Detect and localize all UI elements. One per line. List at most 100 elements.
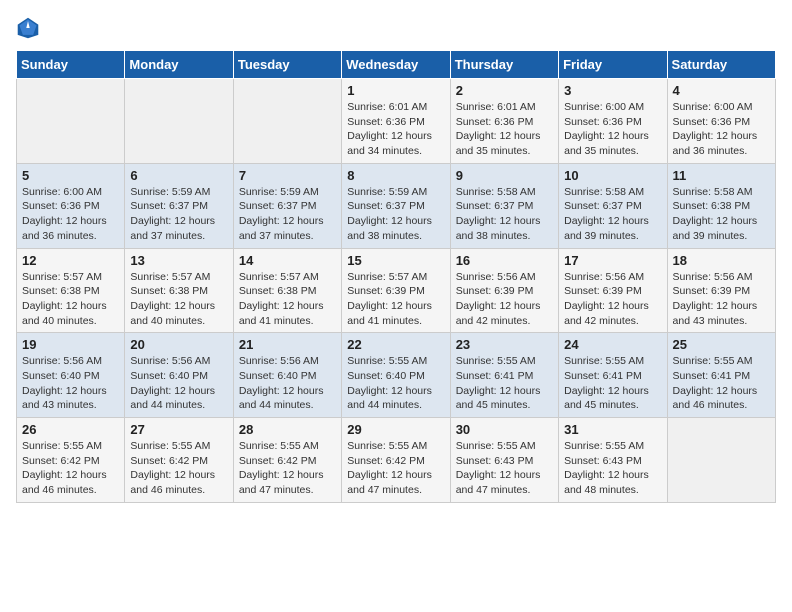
calendar-cell-w5-d1: 26 Sunrise: 5:55 AMSunset: 6:42 PMDayligh…	[17, 418, 125, 503]
calendar-cell-w2-d6: 10 Sunrise: 5:58 AMSunset: 6:37 PMDayligh…	[559, 163, 667, 248]
day-number: 29	[347, 422, 444, 437]
calendar-cell-w1-d1	[17, 79, 125, 164]
day-info: Sunrise: 6:01 AMSunset: 6:36 PMDaylight:…	[456, 100, 553, 159]
day-number: 16	[456, 253, 553, 268]
day-number: 20	[130, 337, 227, 352]
day-number: 23	[456, 337, 553, 352]
calendar-week-2: 5 Sunrise: 6:00 AMSunset: 6:36 PMDaylight…	[17, 163, 776, 248]
calendar-cell-w1-d5: 2 Sunrise: 6:01 AMSunset: 6:36 PMDaylight…	[450, 79, 558, 164]
day-info: Sunrise: 5:56 AMSunset: 6:40 PMDaylight:…	[22, 354, 119, 413]
calendar-cell-w4-d5: 23 Sunrise: 5:55 AMSunset: 6:41 PMDayligh…	[450, 333, 558, 418]
calendar-cell-w2-d5: 9Sunrise: 5:58 AMSunset: 6:37 PMDaylight…	[450, 163, 558, 248]
calendar-table: SundayMondayTuesdayWednesdayThursdayFrid…	[16, 50, 776, 503]
day-info: Sunrise: 5:57 AMSunset: 6:38 PMDaylight:…	[130, 270, 227, 329]
weekday-header-monday: Monday	[125, 51, 233, 79]
day-number: 10	[564, 168, 661, 183]
day-number: 24	[564, 337, 661, 352]
calendar-cell-w4-d4: 22 Sunrise: 5:55 AMSunset: 6:40 PMDayligh…	[342, 333, 450, 418]
calendar-cell-w5-d7	[667, 418, 775, 503]
logo-icon	[16, 16, 40, 40]
calendar-cell-w5-d5: 30 Sunrise: 5:55 AMSunset: 6:43 PMDayligh…	[450, 418, 558, 503]
day-number: 9	[456, 168, 553, 183]
day-number: 13	[130, 253, 227, 268]
logo	[16, 16, 44, 40]
day-number: 5	[22, 168, 119, 183]
day-info: Sunrise: 5:56 AMSunset: 6:39 PMDaylight:…	[456, 270, 553, 329]
weekday-header-tuesday: Tuesday	[233, 51, 341, 79]
day-number: 31	[564, 422, 661, 437]
day-info: Sunrise: 5:55 AMSunset: 6:41 PMDaylight:…	[673, 354, 770, 413]
day-info: Sunrise: 5:56 AMSunset: 6:40 PMDaylight:…	[239, 354, 336, 413]
day-info: Sunrise: 6:00 AMSunset: 6:36 PMDaylight:…	[673, 100, 770, 159]
day-info: Sunrise: 6:00 AMSunset: 6:36 PMDaylight:…	[22, 185, 119, 244]
day-number: 22	[347, 337, 444, 352]
day-number: 30	[456, 422, 553, 437]
calendar-cell-w3-d3: 14 Sunrise: 5:57 AMSunset: 6:38 PMDayligh…	[233, 248, 341, 333]
day-info: Sunrise: 5:58 AMSunset: 6:37 PMDaylight:…	[564, 185, 661, 244]
calendar-week-3: 12 Sunrise: 5:57 AMSunset: 6:38 PMDayligh…	[17, 248, 776, 333]
day-info: Sunrise: 5:57 AMSunset: 6:38 PMDaylight:…	[239, 270, 336, 329]
day-info: Sunrise: 5:55 AMSunset: 6:42 PMDaylight:…	[22, 439, 119, 498]
calendar-cell-w5-d6: 31 Sunrise: 5:55 AMSunset: 6:43 PMDayligh…	[559, 418, 667, 503]
calendar-week-1: 1Sunrise: 6:01 AMSunset: 6:36 PMDaylight…	[17, 79, 776, 164]
day-info: Sunrise: 5:59 AMSunset: 6:37 PMDaylight:…	[130, 185, 227, 244]
calendar-cell-w4-d1: 19 Sunrise: 5:56 AMSunset: 6:40 PMDayligh…	[17, 333, 125, 418]
day-info: Sunrise: 5:56 AMSunset: 6:39 PMDaylight:…	[673, 270, 770, 329]
calendar-cell-w1-d4: 1Sunrise: 6:01 AMSunset: 6:36 PMDaylight…	[342, 79, 450, 164]
weekday-header-friday: Friday	[559, 51, 667, 79]
calendar-cell-w4-d3: 21Sunrise: 5:56 AMSunset: 6:40 PMDayligh…	[233, 333, 341, 418]
calendar-cell-w3-d2: 13 Sunrise: 5:57 AMSunset: 6:38 PMDayligh…	[125, 248, 233, 333]
calendar-cell-w3-d4: 15 Sunrise: 5:57 AMSunset: 6:39 PMDayligh…	[342, 248, 450, 333]
day-info: Sunrise: 5:57 AMSunset: 6:38 PMDaylight:…	[22, 270, 119, 329]
calendar-cell-w5-d3: 28Sunrise: 5:55 AMSunset: 6:42 PMDayligh…	[233, 418, 341, 503]
calendar-cell-w5-d4: 29Sunrise: 5:55 AMSunset: 6:42 PMDayligh…	[342, 418, 450, 503]
weekday-header-thursday: Thursday	[450, 51, 558, 79]
day-info: Sunrise: 5:55 AMSunset: 6:40 PMDaylight:…	[347, 354, 444, 413]
calendar-week-5: 26 Sunrise: 5:55 AMSunset: 6:42 PMDayligh…	[17, 418, 776, 503]
day-number: 7	[239, 168, 336, 183]
calendar-cell-w5-d2: 27 Sunrise: 5:55 AMSunset: 6:42 PMDayligh…	[125, 418, 233, 503]
day-number: 2	[456, 83, 553, 98]
day-info: Sunrise: 5:55 AMSunset: 6:43 PMDaylight:…	[456, 439, 553, 498]
day-info: Sunrise: 6:00 AMSunset: 6:36 PMDaylight:…	[564, 100, 661, 159]
calendar-cell-w4-d2: 20Sunrise: 5:56 AMSunset: 6:40 PMDayligh…	[125, 333, 233, 418]
weekday-header-saturday: Saturday	[667, 51, 775, 79]
day-number: 17	[564, 253, 661, 268]
day-number: 3	[564, 83, 661, 98]
calendar-cell-w2-d1: 5 Sunrise: 6:00 AMSunset: 6:36 PMDaylight…	[17, 163, 125, 248]
day-number: 8	[347, 168, 444, 183]
day-info: Sunrise: 5:55 AMSunset: 6:42 PMDaylight:…	[130, 439, 227, 498]
day-info: Sunrise: 5:56 AMSunset: 6:39 PMDaylight:…	[564, 270, 661, 329]
calendar-cell-w2-d4: 8 Sunrise: 5:59 AMSunset: 6:37 PMDaylight…	[342, 163, 450, 248]
calendar-cell-w3-d1: 12 Sunrise: 5:57 AMSunset: 6:38 PMDayligh…	[17, 248, 125, 333]
day-info: Sunrise: 5:55 AMSunset: 6:41 PMDaylight:…	[564, 354, 661, 413]
day-number: 14	[239, 253, 336, 268]
weekday-header-wednesday: Wednesday	[342, 51, 450, 79]
calendar-cell-w3-d7: 18 Sunrise: 5:56 AMSunset: 6:39 PMDayligh…	[667, 248, 775, 333]
day-number: 26	[22, 422, 119, 437]
day-info: Sunrise: 5:55 AMSunset: 6:41 PMDaylight:…	[456, 354, 553, 413]
day-number: 27	[130, 422, 227, 437]
day-number: 12	[22, 253, 119, 268]
day-number: 6	[130, 168, 227, 183]
day-number: 18	[673, 253, 770, 268]
calendar-cell-w1-d7: 4 Sunrise: 6:00 AMSunset: 6:36 PMDaylight…	[667, 79, 775, 164]
day-number: 4	[673, 83, 770, 98]
day-info: Sunrise: 5:57 AMSunset: 6:39 PMDaylight:…	[347, 270, 444, 329]
day-info: Sunrise: 5:59 AMSunset: 6:37 PMDaylight:…	[347, 185, 444, 244]
calendar-cell-w2-d7: 11Sunrise: 5:58 AMSunset: 6:38 PMDayligh…	[667, 163, 775, 248]
day-number: 15	[347, 253, 444, 268]
day-info: Sunrise: 5:55 AMSunset: 6:42 PMDaylight:…	[239, 439, 336, 498]
calendar-cell-w2-d2: 6 Sunrise: 5:59 AMSunset: 6:37 PMDaylight…	[125, 163, 233, 248]
calendar-cell-w2-d3: 7Sunrise: 5:59 AMSunset: 6:37 PMDaylight…	[233, 163, 341, 248]
calendar-cell-w3-d6: 17 Sunrise: 5:56 AMSunset: 6:39 PMDayligh…	[559, 248, 667, 333]
weekday-header-row: SundayMondayTuesdayWednesdayThursdayFrid…	[17, 51, 776, 79]
calendar-cell-w4-d6: 24 Sunrise: 5:55 AMSunset: 6:41 PMDayligh…	[559, 333, 667, 418]
page-header	[16, 16, 776, 40]
day-info: Sunrise: 5:55 AMSunset: 6:43 PMDaylight:…	[564, 439, 661, 498]
day-number: 19	[22, 337, 119, 352]
calendar-cell-w1-d2	[125, 79, 233, 164]
calendar-cell-w3-d5: 16 Sunrise: 5:56 AMSunset: 6:39 PMDayligh…	[450, 248, 558, 333]
day-info: Sunrise: 5:58 AMSunset: 6:38 PMDaylight:…	[673, 185, 770, 244]
weekday-header-sunday: Sunday	[17, 51, 125, 79]
